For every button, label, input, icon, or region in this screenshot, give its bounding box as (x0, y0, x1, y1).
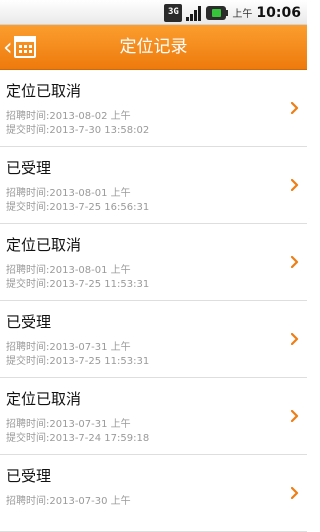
submit-time-value: 2013-7-25 16:56:31 (49, 202, 150, 213)
submit-time-line: 提交时间:2013-7-25 16:56:31 (6, 198, 149, 213)
status-am-pm: 上午 (232, 9, 253, 20)
title-bar: 定位记录 ‹ (0, 25, 307, 70)
submit-time-label: 提交时间: (6, 433, 50, 444)
record-row[interactable]: 定位已取消 招聘时间:2013-08-02 上午 提交时间:2013-7-30 13… (0, 70, 307, 147)
record-status: 已受理 (6, 159, 52, 177)
submit-time-label: 提交时间: (6, 279, 50, 290)
submit-time-value: 2013-7-25 11:53:31 (49, 356, 150, 367)
status-time: 10:06 (256, 4, 301, 21)
recruit-time-line: 招聘时间:2013-08-01 上午 (6, 184, 131, 199)
chevron-right-icon (291, 487, 299, 499)
chevron-right-icon (291, 179, 299, 191)
record-status: 已受理 (6, 467, 52, 485)
submit-time-line: 提交时间:2013-7-25 11:53:31 (6, 352, 149, 367)
submit-time-label: 提交时间: (6, 125, 50, 136)
recruit-time-label: 招聘时间: (6, 496, 50, 507)
record-status: 已受理 (6, 313, 52, 331)
recruit-time-line: 招聘时间:2013-07-30 上午 (6, 492, 131, 507)
record-status: 定位已取消 (6, 390, 82, 408)
record-row[interactable]: 已受理招聘时间:2013-07-30 上午提交时间: (0, 455, 307, 532)
recruit-time-line: 招聘时间:2013-08-02 上午 (6, 107, 131, 122)
3g-network-icon: 3G (164, 3, 183, 22)
record-status: 定位已取消 (6, 236, 82, 254)
chevron-right-icon (291, 410, 299, 422)
recruit-time-line: 招聘时间:2013-07-31 上午 (6, 415, 131, 430)
submit-time-line: 提交时间:2013-7-25 11:53:31 (6, 275, 149, 290)
record-row[interactable]: 已受理 招聘时间:2013-07-31 上午 提交时间:2013-7-25 11:5… (0, 301, 307, 378)
submit-time-value: 2013-7-25 11:53:31 (49, 279, 150, 290)
recruit-time-line: 招聘时间:2013-07-31 上午 (6, 338, 131, 353)
submit-time-line: 提交时间:2013-7-24 17:59:18 (6, 429, 149, 444)
record-row[interactable]: 已受理 招聘时间:2013-08-01 上午 提交时间:2013-7-25 16:5… (0, 147, 307, 224)
record-row[interactable]: 定位已取消 招聘时间:2013-07-31 上午 提交时间:2013-7-24 17… (0, 378, 307, 455)
status-bar: 3G 上午 10:06 (0, 0, 307, 25)
chevron-right-icon (291, 333, 299, 345)
battery-icon (206, 5, 229, 20)
submit-time-label: 提交时间: (6, 202, 50, 213)
back-button[interactable]: ‹ (3, 29, 49, 65)
submit-time-value: 2013-7-30 13:58:02 (49, 125, 150, 136)
submit-time-value: 2013-7-24 17:59:18 (49, 433, 150, 444)
chevron-right-icon (291, 256, 299, 268)
submit-time-line: 提交时间:2013-7-30 13:58:02 (6, 121, 149, 136)
back-chevron-icon: ‹ (3, 33, 13, 61)
record-row[interactable]: 定位已取消 招聘时间:2013-08-01 上午 提交时间:2013-7-25 11… (0, 224, 307, 301)
record-status: 定位已取消 (6, 82, 82, 100)
calendar-icon (13, 36, 36, 58)
recruit-time-value: 2013-07-30 上午 (49, 496, 131, 507)
chevron-right-icon (291, 102, 299, 114)
recruit-time-line: 招聘时间:2013-08-01 上午 (6, 261, 131, 276)
submit-time-label: 提交时间: (6, 356, 50, 367)
signal-strength-icon (186, 5, 202, 21)
record-list: 定位已取消 招聘时间:2013-08-02 上午 提交时间:2013-7-30 13… (0, 70, 307, 532)
